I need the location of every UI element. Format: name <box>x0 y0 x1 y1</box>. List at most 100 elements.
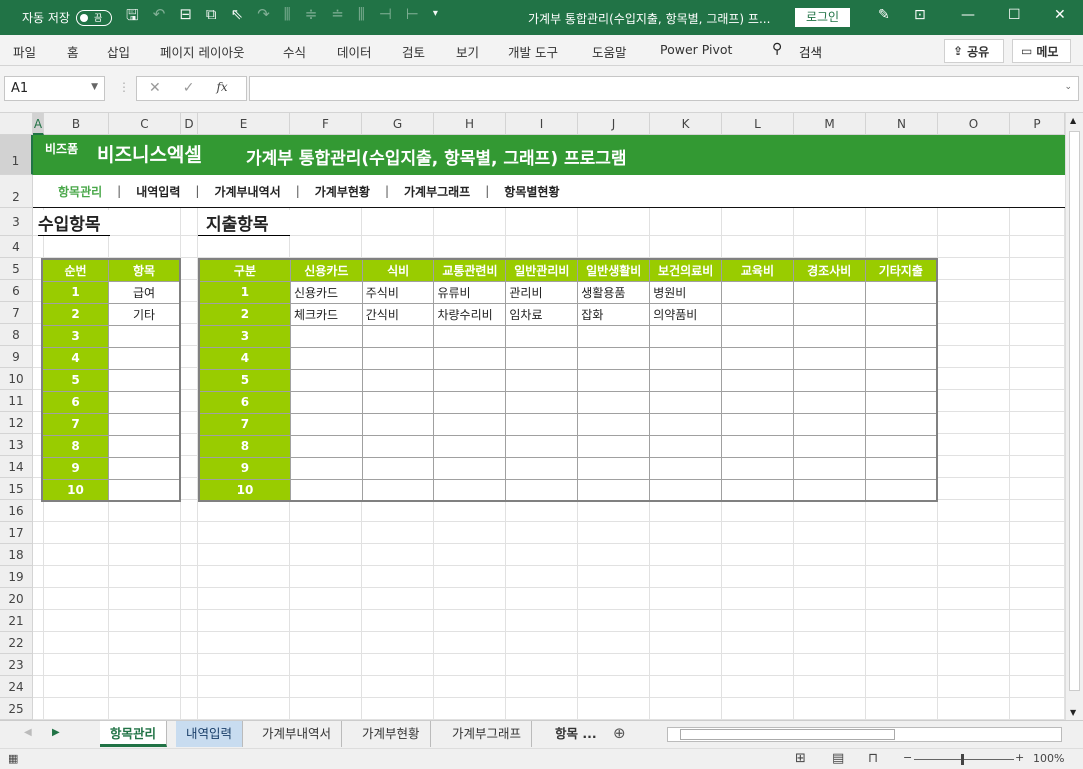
ribbon-tab[interactable]: 파일 <box>13 42 36 61</box>
add-sheet-icon[interactable]: ⊕ <box>613 724 626 742</box>
table-cell[interactable] <box>864 412 938 436</box>
column-header[interactable]: L <box>722 113 794 135</box>
table-cell[interactable] <box>505 456 579 480</box>
row-header[interactable]: 25 <box>0 698 33 720</box>
table-cell[interactable]: 병원비 <box>649 280 723 304</box>
table-cell[interactable]: 임차료 <box>505 302 579 326</box>
ribbon-tab[interactable]: Power Pivot <box>660 42 732 57</box>
row-number-cell[interactable]: 3 <box>41 324 110 348</box>
table-cell[interactable] <box>721 434 794 458</box>
column-heading[interactable]: 순번 <box>41 258 110 282</box>
minimize-icon[interactable]: — <box>961 7 975 23</box>
row-number-cell[interactable]: 10 <box>41 478 110 502</box>
table-cell[interactable] <box>108 478 181 502</box>
ribbon-tab[interactable]: 개발 도구 <box>508 42 558 61</box>
table-cell[interactable] <box>649 434 723 458</box>
table-cell[interactable] <box>505 368 579 392</box>
column-header[interactable]: G <box>362 113 434 135</box>
row-header[interactable]: 7 <box>0 302 33 324</box>
row-number-cell[interactable]: 1 <box>41 280 110 304</box>
column-header[interactable]: F <box>290 113 362 135</box>
table-cell[interactable] <box>721 346 794 370</box>
row-header[interactable]: 24 <box>0 676 33 698</box>
table-cell[interactable] <box>864 390 938 414</box>
table-cell[interactable]: 관리비 <box>505 280 579 304</box>
table-cell[interactable] <box>361 412 435 436</box>
row-number-cell[interactable]: 2 <box>198 302 291 326</box>
table-cell[interactable] <box>433 390 507 414</box>
table-cell[interactable] <box>361 346 435 370</box>
row-number-cell[interactable]: 8 <box>41 434 110 458</box>
column-header[interactable]: H <box>434 113 506 135</box>
row-number-cell[interactable]: 6 <box>41 390 110 414</box>
row-header[interactable]: 2 <box>0 175 33 208</box>
column-heading[interactable]: 교통관련비 <box>433 258 507 282</box>
row-header[interactable]: 23 <box>0 654 33 676</box>
column-header[interactable]: O <box>938 113 1010 135</box>
prev-sheet-icon[interactable]: ◀ <box>24 727 32 738</box>
expand-formula-icon[interactable]: ⌄ <box>1064 82 1072 92</box>
nav-link[interactable]: 내역입력 <box>136 183 180 200</box>
ribbon-tab[interactable]: 삽입 <box>107 42 130 61</box>
table-cell[interactable] <box>792 280 866 304</box>
table-cell[interactable] <box>864 368 938 392</box>
table-cell[interactable] <box>289 368 363 392</box>
table-cell[interactable] <box>433 324 507 348</box>
table-cell[interactable] <box>649 368 723 392</box>
login-button[interactable]: 로그인 <box>795 8 850 27</box>
table-cell[interactable] <box>792 412 866 436</box>
table-cell[interactable] <box>864 324 938 348</box>
table-cell[interactable] <box>721 412 794 436</box>
table-cell[interactable] <box>864 302 938 326</box>
row-header[interactable]: 13 <box>0 434 33 456</box>
row-header[interactable]: 12 <box>0 412 33 434</box>
zoom-level[interactable]: 100% <box>1033 752 1064 765</box>
column-header[interactable]: B <box>44 113 109 135</box>
search-icon[interactable]: ⚲ <box>772 41 782 57</box>
row-number-cell[interactable]: 4 <box>41 346 110 370</box>
row-header[interactable]: 16 <box>0 500 33 522</box>
table-cell[interactable] <box>433 368 507 392</box>
table-cell[interactable] <box>289 390 363 414</box>
row-number-cell[interactable]: 3 <box>198 324 291 348</box>
cancel-icon[interactable]: ✕ <box>149 80 161 97</box>
table-cell[interactable] <box>289 412 363 436</box>
table-cell[interactable] <box>792 456 866 480</box>
column-header[interactable]: K <box>650 113 722 135</box>
ribbon-tab[interactable]: 도움말 <box>592 42 627 61</box>
sheet-tab[interactable]: 항목관리 <box>100 721 168 747</box>
row-header[interactable]: 18 <box>0 544 33 566</box>
sheet-tab[interactable]: 항목 ... <box>545 721 607 747</box>
insert-function-icon[interactable]: fx <box>216 80 227 97</box>
zoom-slider[interactable] <box>914 759 1014 760</box>
ribbon-tab[interactable]: 보기 <box>456 42 479 61</box>
table-cell[interactable]: 유류비 <box>433 280 507 304</box>
search-box[interactable]: 검색 <box>799 42 822 61</box>
column-heading[interactable]: 신용카드 <box>289 258 363 282</box>
row-header[interactable]: 20 <box>0 588 33 610</box>
align-right-icon[interactable]: ⊣ <box>379 5 392 30</box>
table-cell[interactable] <box>289 478 363 502</box>
row-header[interactable]: 11 <box>0 390 33 412</box>
table-cell[interactable]: 급여 <box>108 280 181 304</box>
row-header[interactable]: 17 <box>0 522 33 544</box>
undo-icon[interactable]: ↶ <box>153 5 166 30</box>
autosave-toggle[interactable]: 끔 <box>75 9 112 26</box>
formula-input[interactable]: ⌄ <box>249 76 1079 101</box>
worksheet-grid[interactable]: 25 24 23 22 21 20 19 18 17 16 15 14 13 12 11 10 9 8 7 6 5 4 3 2… <box>0 113 1065 720</box>
table-cell[interactable] <box>792 368 866 392</box>
table-cell[interactable] <box>864 346 938 370</box>
comment-button[interactable]: ▭ 메모 <box>1012 39 1071 63</box>
nav-link[interactable]: 가계부내역서 <box>214 183 280 200</box>
table-cell[interactable] <box>792 478 866 502</box>
row-header[interactable]: 8 <box>0 324 33 346</box>
row-header[interactable]: 22 <box>0 632 33 654</box>
pen-icon[interactable]: ✎ <box>878 7 890 23</box>
table-cell[interactable] <box>361 478 435 502</box>
column-header[interactable]: I <box>506 113 578 135</box>
table-cell[interactable]: 체크카드 <box>289 302 363 326</box>
table-cell[interactable] <box>792 346 866 370</box>
table-cell[interactable] <box>361 324 435 348</box>
sheet-tab[interactable]: 가계부현황 <box>352 721 431 747</box>
table-cell[interactable] <box>289 456 363 480</box>
